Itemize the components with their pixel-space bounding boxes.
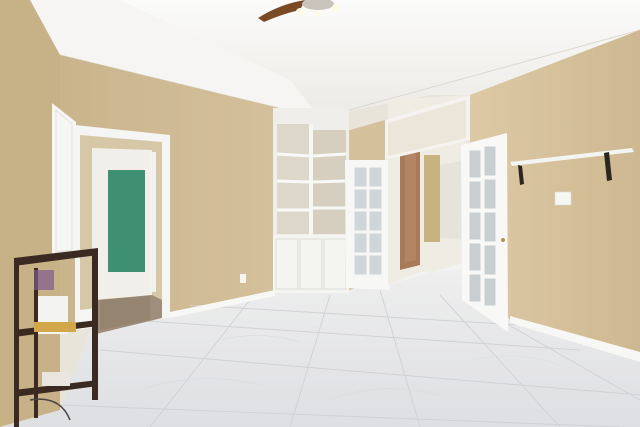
light-switch-icon — [554, 191, 572, 206]
french-door-center — [345, 160, 390, 290]
built-in-shelves — [273, 108, 349, 293]
left-wall — [0, 0, 60, 427]
room-photo — [0, 0, 640, 427]
wall-outlet-icon — [240, 274, 246, 283]
hallway-doorway — [75, 125, 170, 335]
left-open-door — [52, 103, 76, 258]
french-door-right — [461, 133, 508, 332]
